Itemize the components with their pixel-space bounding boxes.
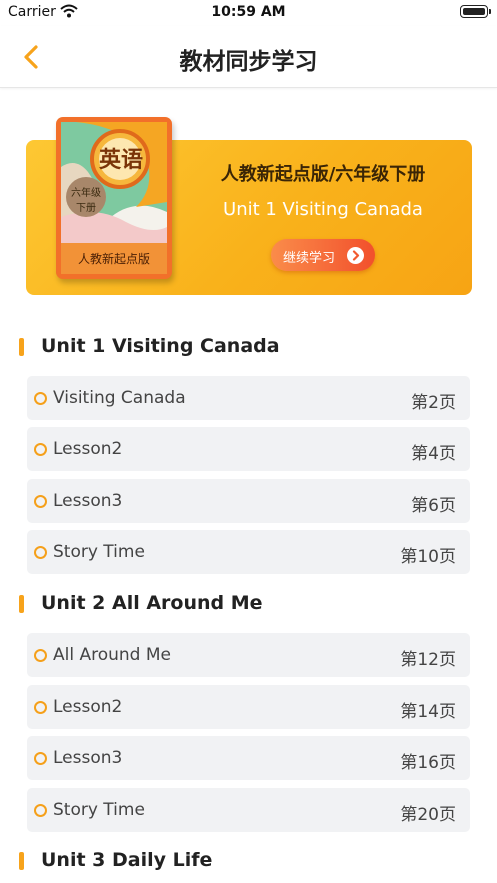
lesson-name: All Around Me — [53, 645, 171, 665]
book-grade-line1: 六年级 — [71, 188, 101, 199]
lesson-page: 第16页 — [400, 753, 456, 773]
lesson-page: 第4页 — [411, 444, 456, 464]
lesson-row[interactable]: Visiting Canada 第2页 — [27, 376, 470, 420]
circle-icon — [34, 546, 47, 559]
unit-accent-bar — [19, 595, 24, 613]
circle-icon — [34, 752, 47, 765]
chevron-right-circle-icon — [347, 247, 364, 264]
lesson-row[interactable]: Lesson3 第16页 — [27, 736, 470, 780]
unit-header: Unit 1 Visiting Canada — [0, 332, 497, 362]
status-time: 10:59 AM — [211, 4, 286, 20]
circle-icon — [34, 804, 47, 817]
book-grade-line2: 下册 — [76, 203, 96, 214]
banner-title: 人教新起点版/六年级下册 — [220, 164, 426, 185]
lesson-page: 第6页 — [411, 496, 456, 516]
circle-icon — [34, 701, 47, 714]
lesson-page: 第10页 — [400, 547, 456, 567]
lesson-name: Story Time — [53, 800, 145, 820]
battery-icon — [460, 5, 491, 18]
unit-header: Unit 3 Daily Life — [0, 846, 497, 876]
lesson-name: Lesson3 — [53, 491, 123, 511]
status-bar: Carrier 10:59 AM — [0, 0, 497, 26]
lesson-page: 第12页 — [400, 650, 456, 670]
lesson-name: Lesson2 — [53, 439, 123, 459]
lesson-name: Lesson3 — [53, 748, 123, 768]
lesson-page: 第2页 — [411, 393, 456, 413]
lesson-row[interactable]: Lesson2 第14页 — [27, 685, 470, 729]
lesson-page: 第20页 — [400, 805, 456, 825]
lesson-row[interactable]: Lesson2 第4页 — [27, 427, 470, 471]
page-title: 教材同步学习 — [179, 49, 318, 75]
lesson-row[interactable]: Lesson3 第6页 — [27, 479, 470, 523]
lesson-name: Visiting Canada — [53, 388, 186, 408]
continue-learning-button[interactable]: 继续学习 — [271, 239, 375, 271]
unit-title: Unit 2 All Around Me — [41, 592, 263, 614]
unit-header: Unit 2 All Around Me — [0, 589, 497, 619]
nav-bar: 教材同步学习 — [0, 26, 497, 88]
lesson-name: Story Time — [53, 542, 145, 562]
unit-accent-bar — [19, 852, 24, 870]
book-edition: 人教新起点版 — [77, 252, 150, 266]
unit-title: Unit 1 Visiting Canada — [41, 335, 280, 357]
lesson-row[interactable]: All Around Me 第12页 — [27, 633, 470, 677]
banner-current-unit: Unit 1 Visiting Canada — [223, 199, 423, 220]
circle-icon — [34, 443, 47, 456]
lesson-page: 第14页 — [400, 702, 456, 722]
circle-icon — [34, 392, 47, 405]
circle-icon — [34, 495, 47, 508]
lesson-row[interactable]: Story Time 第10页 — [27, 530, 470, 574]
unit-title: Unit 3 Daily Life — [41, 849, 213, 871]
circle-icon — [34, 649, 47, 662]
lesson-row[interactable]: Story Time 第20页 — [27, 788, 470, 832]
unit-accent-bar — [19, 338, 24, 356]
continue-learning-label: 继续学习 — [283, 251, 336, 266]
book-subject: 英语 — [98, 148, 143, 173]
lesson-name: Lesson2 — [53, 697, 123, 717]
book-grade: 六年级 下册 — [64, 186, 108, 216]
